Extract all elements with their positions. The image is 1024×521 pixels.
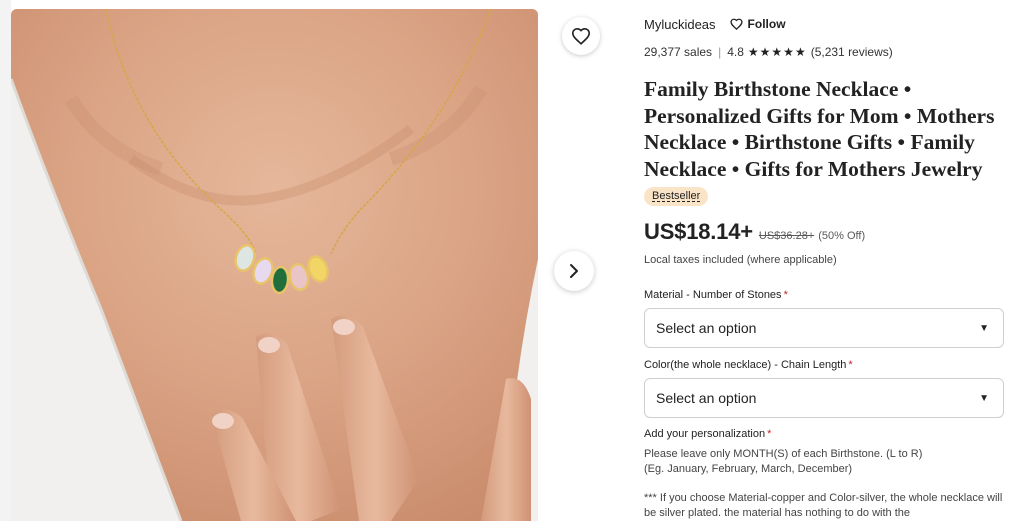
next-image-button[interactable] — [554, 251, 594, 291]
current-price: US$18.14+ — [644, 219, 753, 244]
caret-down-icon: ▼ — [979, 392, 989, 404]
option-label-text: Color(the whole necklace) - Chain Length — [644, 359, 847, 371]
product-title: Family Birthstone Necklace • Personalize… — [644, 77, 995, 181]
shop-name-link[interactable]: Myluckideas — [644, 17, 716, 32]
required-mark: * — [783, 289, 788, 301]
required-mark: * — [767, 428, 772, 440]
required-mark: * — [848, 359, 853, 371]
star-icon: ★ — [747, 45, 759, 59]
star-icon: ★ — [794, 45, 806, 59]
heart-outline-icon — [571, 27, 591, 45]
sales-count: 29,377 sales — [644, 45, 713, 59]
personalization-label-text: Add your personalization — [644, 428, 766, 440]
personalization-label: Add your personalization * — [644, 428, 771, 440]
instructions-line: Please leave only MONTH(S) of each Birth… — [644, 448, 923, 460]
chevron-right-icon — [570, 264, 578, 278]
shop-row: Myluckideas Follow — [644, 16, 786, 32]
star-icon: ★ — [783, 45, 794, 59]
discount-percent: (50% Off) — [818, 230, 866, 242]
original-price: US$36.28+ — [758, 230, 815, 242]
select-value: Select an option — [656, 390, 757, 406]
favorite-button[interactable] — [562, 17, 600, 55]
star-icon: ★ — [759, 45, 771, 59]
option-label-text: Material - Number of Stones — [644, 289, 782, 301]
option-label-color: Color(the whole necklace) - Chain Length… — [644, 359, 853, 371]
price-row: US$18.14+ US$36.28+ (50% Off) — [644, 219, 865, 245]
option-label-material: Material - Number of Stones * — [644, 289, 788, 301]
rating-score: 4.8 — [727, 45, 744, 59]
star-icon: ★ — [771, 45, 783, 59]
instructions-line: (Eg. January, February, March, December) — [644, 463, 853, 475]
bestseller-badge[interactable]: Bestseller — [644, 187, 709, 206]
select-value: Select an option — [656, 320, 757, 336]
follow-label: Follow — [747, 17, 786, 31]
caret-down-icon: ▼ — [979, 322, 989, 334]
taxes-note: Local taxes included (where applicable) — [644, 254, 837, 266]
personalization-instructions: Please leave only MONTH(S) of each Birth… — [644, 447, 1004, 477]
material-select[interactable]: Select an option ▼ — [644, 308, 1004, 348]
heart-outline-icon — [729, 18, 743, 30]
separator: | — [718, 45, 722, 59]
color-select[interactable]: Select an option ▼ — [644, 378, 1004, 418]
rating-row: 29,377 sales | 4.8 ★ ★ ★ ★ ★ (5,231 revi… — [644, 44, 893, 60]
reviews-link[interactable]: (5,231 reviews) — [811, 45, 893, 59]
personalization-note: *** If you choose Material-copper and Co… — [644, 492, 1003, 519]
necklace-photo — [11, 9, 538, 521]
follow-button[interactable]: Follow — [729, 17, 786, 31]
star-rating: ★ ★ ★ ★ ★ — [748, 46, 807, 58]
page-edge — [0, 0, 11, 521]
product-image[interactable] — [11, 9, 538, 521]
